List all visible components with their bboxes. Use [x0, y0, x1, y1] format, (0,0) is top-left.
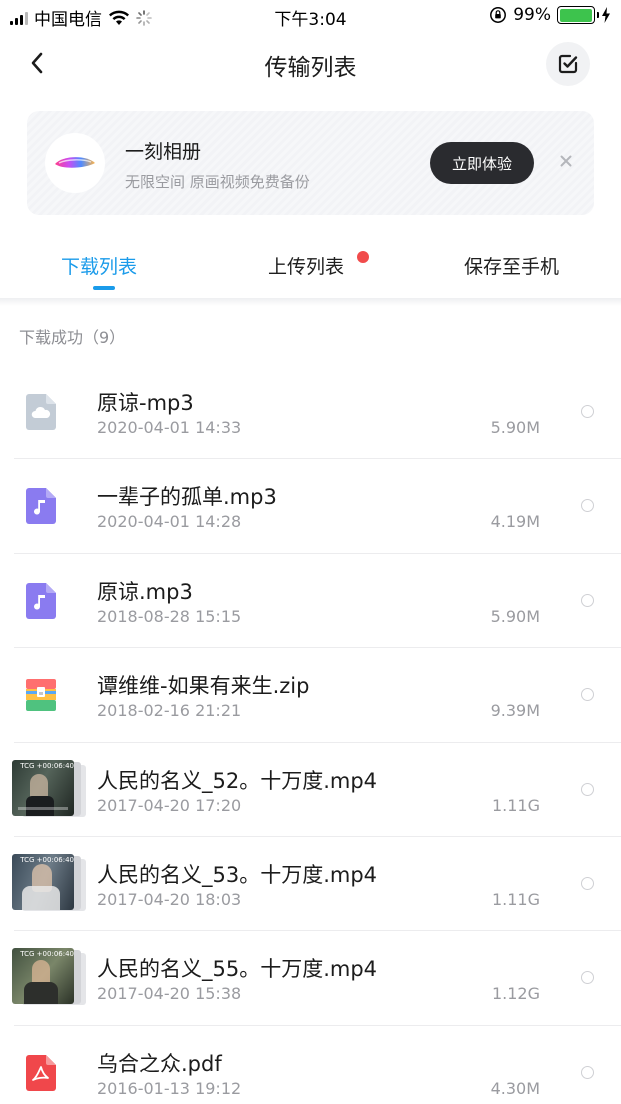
file-date: 2018-02-16 21:21	[97, 701, 242, 721]
active-tab-indicator	[93, 286, 115, 290]
tab-upload-list[interactable]: 上传列表	[268, 252, 344, 279]
file-date: 2020-04-01 14:28	[97, 512, 242, 532]
file-date: 2016-01-13 19:12	[97, 1078, 242, 1098]
pdf-file-icon	[26, 1054, 56, 1091]
file-list: 原谅-mp3 2020-04-01 14:33 5.90M 一辈子的孤单.mp3…	[0, 365, 621, 1104]
file-name: 一辈子的孤单.mp3	[97, 485, 277, 510]
promo-subtitle: 无限空间 原画视频免费备份	[125, 173, 310, 191]
multi-select-button[interactable]	[546, 42, 590, 86]
charging-bolt-icon	[602, 7, 610, 23]
select-radio[interactable]	[581, 405, 594, 418]
file-size: 1.12G	[491, 984, 540, 1004]
close-icon	[560, 155, 572, 167]
select-radio[interactable]	[581, 1065, 594, 1079]
file-name: 人民的名义_53。十万度.mp4	[97, 862, 378, 887]
file-date: 2017-04-20 17:20	[97, 795, 242, 815]
file-name: 人民的名义_55。十万度.mp4	[97, 957, 378, 982]
page-title: 传输列表	[264, 55, 357, 81]
close-promo-button[interactable]	[556, 151, 576, 171]
video-thumbnail: TCG +00:06:40	[12, 948, 88, 1008]
file-size: 4.30M	[490, 1078, 540, 1098]
list-item[interactable]: TCG +00:06:40 人民的名义_52。十万度.mp4 2017-04-2…	[0, 743, 621, 838]
yike-album-logo	[45, 133, 105, 193]
video-timecode: TCG +00:06:40	[20, 855, 74, 864]
file-size: 1.11G	[491, 795, 540, 815]
video-thumbnail: TCG +00:06:40	[12, 759, 88, 820]
select-radio[interactable]	[581, 971, 594, 985]
cloud-file-icon	[26, 394, 56, 430]
select-radio[interactable]	[581, 499, 594, 513]
select-radio[interactable]	[581, 688, 594, 702]
status-bar-right: 99%	[489, 5, 611, 25]
header: 传输列表	[0, 32, 621, 94]
video-timecode: TCG +00:06:40	[20, 761, 74, 770]
select-radio[interactable]	[581, 593, 594, 607]
upload-badge-dot	[357, 251, 369, 263]
battery-fill	[559, 8, 593, 22]
file-size: 5.90M	[490, 606, 540, 626]
list-item[interactable]: TCG +00:06:40 人民的名义_53。十万度.mp4 2017-04-2…	[0, 837, 621, 932]
music-file-icon	[26, 488, 56, 525]
list-item[interactable]: 谭维维-如果有来生.zip 2018-02-16 21:21 9.39M	[0, 648, 621, 743]
list-item[interactable]: 原谅.mp3 2018-08-28 15:15 5.90M	[0, 554, 621, 649]
file-name: 谭维维-如果有来生.zip	[97, 674, 310, 699]
section-title: 下载成功（9）	[19, 328, 126, 347]
file-name: 原谅-mp3	[97, 391, 194, 415]
file-size: 9.39M	[490, 701, 540, 721]
file-date: 2018-08-28 15:15	[97, 606, 242, 626]
file-name: 人民的名义_52。十万度.mp4	[97, 768, 378, 793]
tab-download-list[interactable]: 下载列表	[61, 252, 137, 279]
list-item[interactable]: TCG +00:06:40 人民的名义_55。十万度.mp4 2017-04-2…	[0, 931, 621, 1027]
video-timecode: TCG +00:06:40	[20, 950, 74, 959]
checkbox-edit-icon	[558, 54, 578, 74]
battery-percent: 99%	[513, 5, 551, 25]
try-now-button[interactable]: 立即体验	[430, 142, 534, 184]
list-item[interactable]: 一辈子的孤单.mp3 2020-04-01 14:28 4.19M	[0, 459, 621, 555]
orientation-lock-icon	[490, 7, 507, 23]
music-file-icon	[26, 582, 56, 619]
promo-banner[interactable]: 一刻相册 无限空间 原画视频免费备份 立即体验	[27, 111, 594, 215]
list-item[interactable]: 原谅-mp3 2020-04-01 14:33 5.90M	[0, 365, 621, 460]
zip-file-icon	[26, 677, 56, 713]
file-date: 2020-04-01 14:33	[97, 418, 242, 437]
file-name: 乌合之众.pdf	[97, 1051, 222, 1076]
list-item[interactable]: 乌合之众.pdf 2016-01-13 19:12 4.30M	[0, 1026, 621, 1104]
select-radio[interactable]	[581, 876, 594, 890]
file-date: 2017-04-20 18:03	[97, 889, 242, 909]
file-size: 1.11G	[491, 889, 540, 909]
file-size: 4.19M	[490, 512, 540, 532]
tabs-divider	[0, 298, 621, 306]
file-date: 2017-04-20 15:38	[97, 984, 242, 1004]
status-bar: 中国电信 下午3:04 99%	[0, 0, 621, 32]
file-name: 原谅.mp3	[97, 579, 193, 604]
battery-icon	[557, 6, 599, 24]
video-thumbnail: TCG +00:06:40	[12, 853, 88, 914]
tab-save-to-phone[interactable]: 保存至手机	[464, 252, 559, 279]
file-size: 5.90M	[490, 418, 540, 437]
promo-title: 一刻相册	[125, 141, 202, 163]
transfer-tabs: 下载列表 上传列表 保存至手机	[0, 238, 621, 298]
select-radio[interactable]	[581, 782, 594, 796]
